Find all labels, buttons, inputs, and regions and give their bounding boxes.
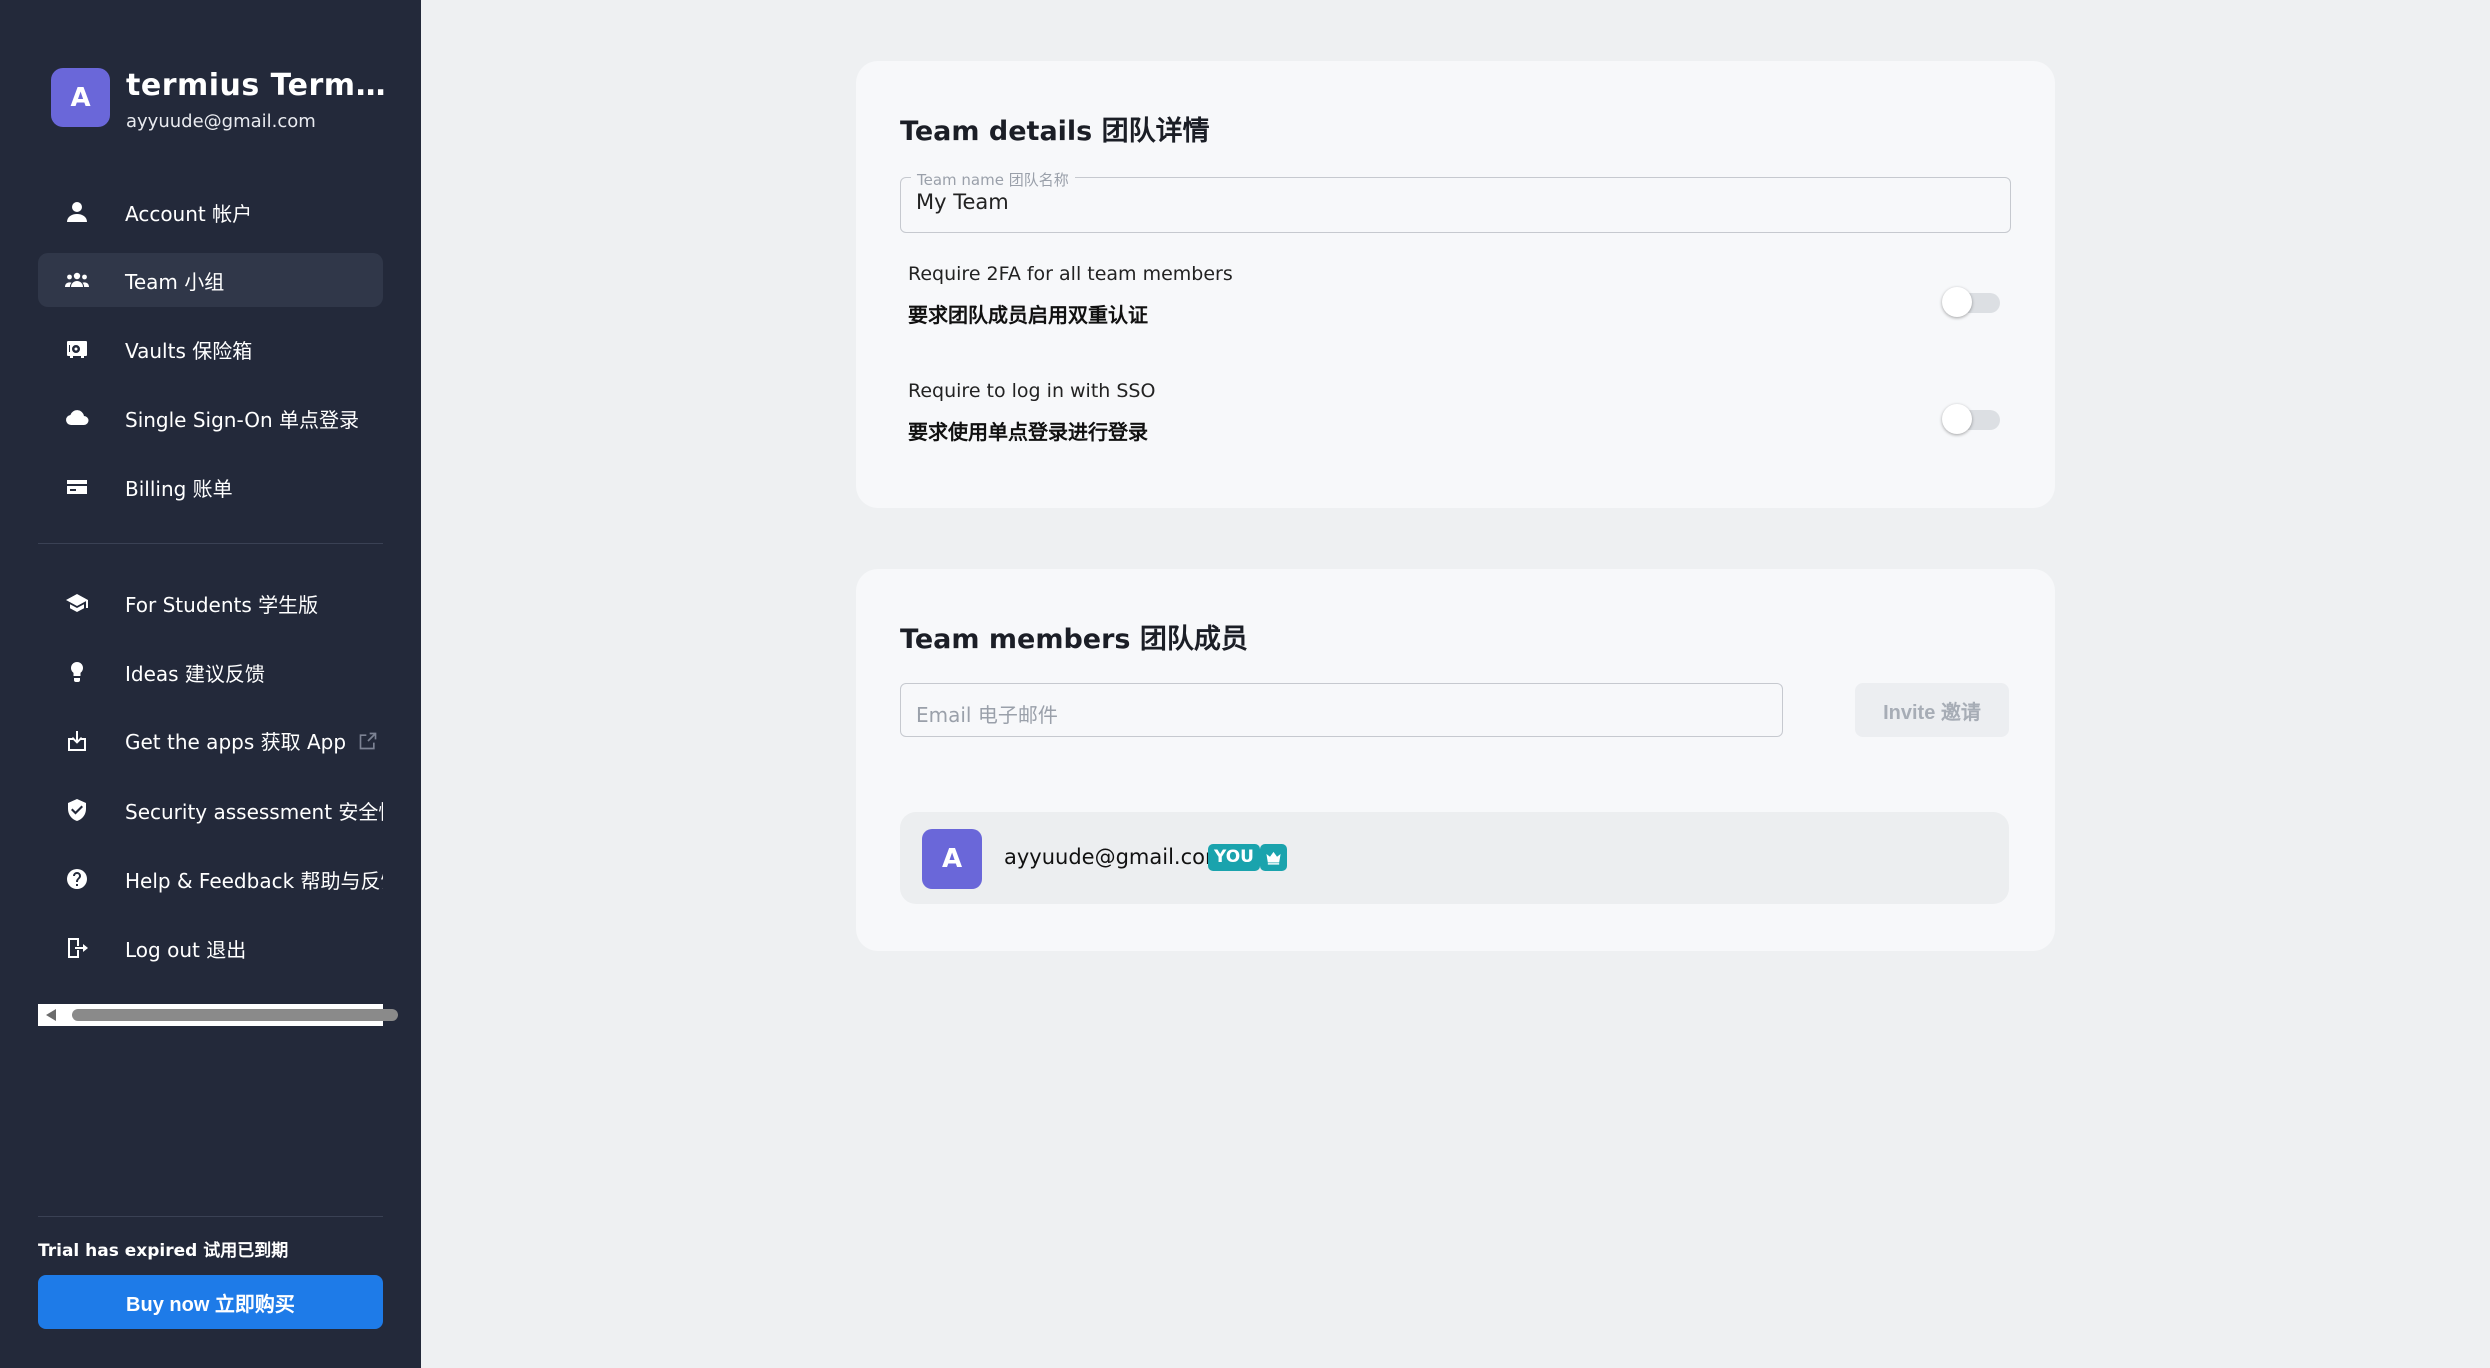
require-sso-label: Require to log in with SSO <box>908 380 1156 402</box>
logout-icon <box>64 935 90 961</box>
require-sso-label-zh: 要求使用单点登录进行登录 <box>908 420 1148 444</box>
sidebar-item-label: Single Sign-On 单点登录 <box>125 407 360 432</box>
team-details-title: Team details 团队详情 <box>900 116 1210 147</box>
require-sso-setting: Require to log in with SSO 要求使用单点登录进行登录 <box>908 380 2008 445</box>
team-details-card: Team details 团队详情 Team name 团队名称 My Team… <box>856 61 2055 508</box>
sidebar-item-ideas[interactable]: Ideas 建议反馈 <box>38 645 383 699</box>
team-icon <box>64 267 90 293</box>
download-icon <box>64 728 90 754</box>
sidebar-item-label: Vaults 保险箱 <box>125 338 253 363</box>
require-2fa-label: Require 2FA for all team members <box>908 263 1233 285</box>
shield-icon <box>64 797 90 823</box>
member-avatar: A <box>922 829 982 889</box>
crown-icon <box>1260 844 1287 871</box>
sidebar-item-for-students[interactable]: For Students 学生版 <box>38 576 383 630</box>
sidebar: A termius Termius ayyuude@gmail.com Acco… <box>0 0 421 1368</box>
member-row[interactable]: A ayyuude@gmail.com YOU <box>900 812 2009 904</box>
team-members-title: Team members 团队成员 <box>900 624 1248 655</box>
sidebar-item-label: Get the apps 获取 App <box>125 726 378 756</box>
buy-now-button[interactable]: Buy now 立即购买 <box>38 1275 383 1329</box>
get-apps-label: Get the apps 获取 App <box>125 730 347 754</box>
require-2fa-setting: Require 2FA for all team members 要求团队成员启… <box>908 263 2008 328</box>
email-placeholder: Email 电子邮件 <box>916 703 1058 727</box>
member-email: ayyuude@gmail.com <box>1004 845 1226 869</box>
sidebar-item-vaults[interactable]: Vaults 保险箱 <box>38 322 383 376</box>
app-title: termius Termius <box>126 68 391 103</box>
toggle-knob <box>1942 287 1972 317</box>
credit-card-icon <box>64 474 90 500</box>
sidebar-item-label: For Students 学生版 <box>125 592 319 617</box>
require-2fa-label-zh: 要求团队成员启用双重认证 <box>908 303 1148 327</box>
sidebar-item-account[interactable]: Account 帐户 <box>38 185 383 239</box>
scroll-left-arrow-icon[interactable] <box>46 1009 56 1021</box>
sidebar-item-label: Security assessment 安全性评估 <box>125 799 383 824</box>
sidebar-item-label: Help & Feedback 帮助与反馈 <box>125 868 383 893</box>
toggle-knob <box>1942 404 1972 434</box>
invite-email-input[interactable]: Email 电子邮件 <box>900 683 1783 737</box>
sidebar-bottom-divider <box>38 1216 383 1217</box>
sidebar-item-label: Log out 退出 <box>125 937 247 962</box>
scrollbar-thumb[interactable] <box>72 1009 398 1021</box>
profile-header[interactable]: A termius Termius ayyuude@gmail.com <box>51 68 391 138</box>
sidebar-item-label: Account 帐户 <box>125 201 253 226</box>
sidebar-item-security-assessment[interactable]: Security assessment 安全性评估 <box>38 783 383 837</box>
team-name-value[interactable]: My Team <box>916 190 1009 214</box>
external-link-icon <box>358 731 378 756</box>
sidebar-item-billing[interactable]: Billing 账单 <box>38 460 383 514</box>
sidebar-item-label: Ideas 建议反馈 <box>125 661 265 686</box>
team-name-label: Team name 团队名称 <box>911 169 1075 190</box>
team-members-card: Team members 团队成员 Email 电子邮件 Invite 邀请 A… <box>856 569 2055 951</box>
avatar: A <box>51 68 110 127</box>
you-badge: YOU <box>1208 844 1260 871</box>
graduation-cap-icon <box>64 590 90 616</box>
vault-icon <box>64 336 90 362</box>
sidebar-item-team[interactable]: Team 小组 <box>38 253 383 307</box>
lightbulb-icon <box>64 659 90 685</box>
sidebar-item-label: Billing 账单 <box>125 476 233 501</box>
sidebar-divider <box>38 543 383 544</box>
user-email: ayyuude@gmail.com <box>126 111 316 132</box>
person-icon <box>64 199 90 225</box>
sidebar-item-sso[interactable]: Single Sign-On 单点登录 <box>38 391 383 445</box>
sidebar-item-log-out[interactable]: Log out 退出 <box>38 921 383 975</box>
sidebar-item-get-apps[interactable]: Get the apps 获取 App <box>38 714 383 768</box>
require-sso-toggle[interactable] <box>1942 404 2000 434</box>
help-icon <box>64 866 90 892</box>
cloud-icon <box>64 405 90 431</box>
sidebar-item-label: Team 小组 <box>125 269 225 294</box>
sidebar-horizontal-scrollbar[interactable] <box>38 1004 398 1026</box>
trial-status: Trial has expired 试用已到期 <box>38 1241 289 1261</box>
invite-button[interactable]: Invite 邀请 <box>1855 683 2009 737</box>
sidebar-item-help-feedback[interactable]: Help & Feedback 帮助与反馈 <box>38 852 383 906</box>
team-name-field[interactable]: Team name 团队名称 My Team <box>900 169 2011 233</box>
require-2fa-toggle[interactable] <box>1942 287 2000 317</box>
